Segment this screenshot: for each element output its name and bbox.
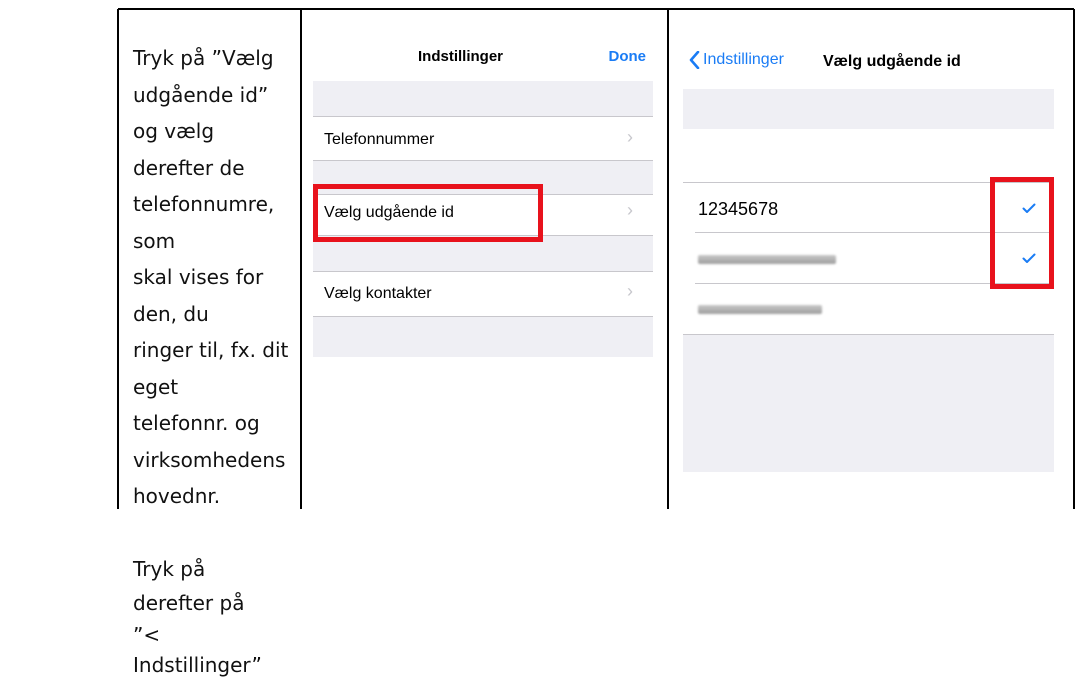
instruction-line: telefonnumre, som <box>133 192 275 253</box>
highlight-box <box>990 177 1054 289</box>
instruction-line: Tryk på ”Vælg <box>133 46 274 70</box>
instruction-line: skal vises for den, du <box>133 265 264 326</box>
instruction-line: ringer til, fx. dit eget <box>133 338 289 399</box>
instruction-line: ”< Indstillinger” <box>133 622 262 677</box>
instruction-line: telefonnr. og <box>133 411 260 435</box>
redacted-phone-number <box>698 255 836 264</box>
table-border-middle-1 <box>300 9 302 509</box>
chevron-right-icon: › <box>627 281 633 301</box>
nav-title: Vælg udgående id <box>823 53 961 70</box>
chevron-right-icon: › <box>627 200 633 220</box>
row-label: Telefonnummer <box>324 131 435 148</box>
instruction-line: virksomhedens <box>133 447 286 472</box>
section-spacer <box>313 81 653 116</box>
document-table: Tryk på ”Vælg udgående id” og vælg deref… <box>0 0 1076 677</box>
instruction-line: udgående id” og vælg <box>133 82 269 144</box>
row-label: Vælg kontakter <box>324 285 432 302</box>
section-spacer <box>683 335 1054 472</box>
chevron-left-icon <box>689 51 700 69</box>
done-button[interactable]: Done <box>609 48 647 65</box>
nav-title: Indstillinger <box>418 48 504 65</box>
separator <box>313 116 653 117</box>
redacted-phone-number <box>698 305 822 314</box>
separator <box>313 271 653 272</box>
settings-screen: Indstillinger Done Telefonnummer › Vælg … <box>313 37 653 357</box>
table-top-border <box>118 8 1074 10</box>
instruction-line: derefter de <box>133 155 245 180</box>
table-border-middle-2 <box>667 9 669 509</box>
back-label: Indstillinger <box>703 51 784 68</box>
section-spacer <box>683 89 1054 129</box>
phone-number: 12345678 <box>698 199 779 219</box>
instructions-text: Tryk på ”Vælg udgående id” og vælg deref… <box>133 40 291 680</box>
table-border-right <box>1073 9 1075 509</box>
chevron-right-icon: › <box>627 127 633 147</box>
highlight-box <box>313 184 543 242</box>
back-button[interactable]: Indstillinger <box>689 51 784 69</box>
table-border-left <box>117 9 119 509</box>
instruction-line: hovednr. <box>133 484 221 508</box>
instruction-line: Tryk på derefter på <box>133 556 245 615</box>
section-spacer <box>313 317 653 357</box>
caller-id-screen: Indstillinger Vælg udgående id 12345678 <box>683 37 1054 472</box>
